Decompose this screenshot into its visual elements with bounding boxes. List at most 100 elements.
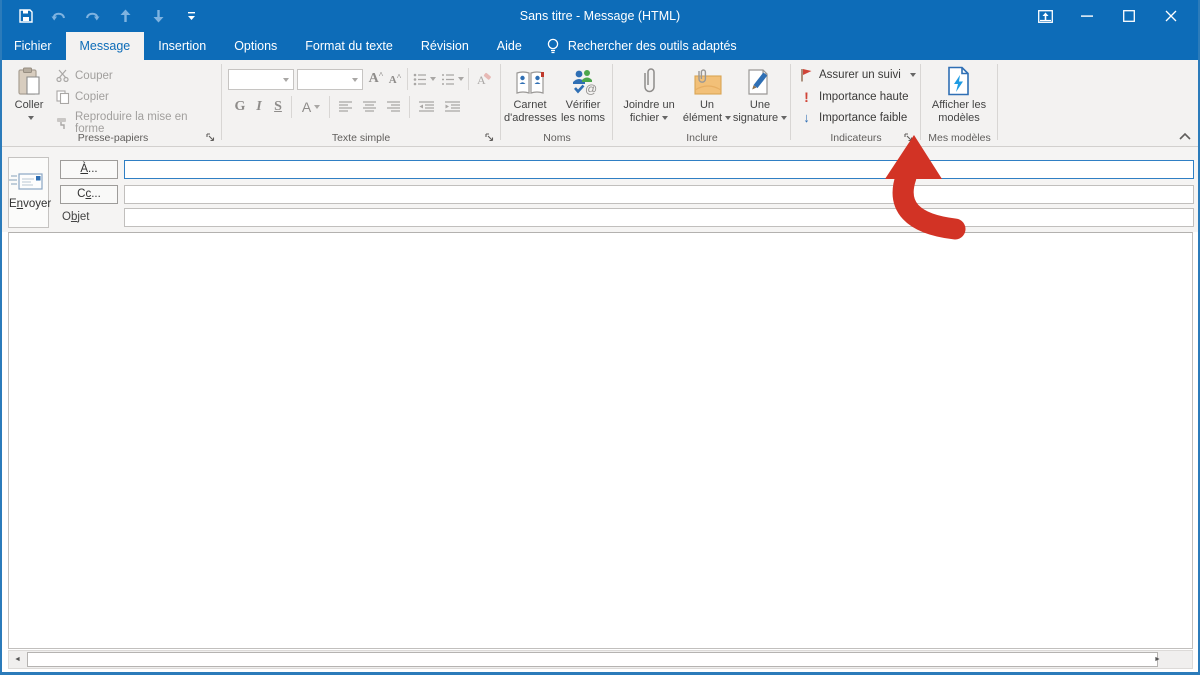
attach-file-button[interactable]: Joindre un fichier [618,64,680,125]
paperclip-icon [618,64,680,96]
shrink-font-button[interactable]: A˄ [387,71,403,89]
send-button[interactable]: Envoyer [8,157,49,228]
basic-text-dialog-launcher-icon[interactable] [484,132,495,143]
align-center-button[interactable] [359,98,381,116]
next-item-icon[interactable] [146,4,170,28]
group-clipboard: Coller Couper Copier Reproduire la mis [6,60,220,147]
tab-message[interactable]: Message [66,32,145,60]
italic-glyph: I [256,99,261,115]
font-name-value [229,74,232,86]
align-right-button[interactable] [383,98,405,116]
separator [468,68,469,90]
scissors-icon [56,69,70,82]
font-size-caret-icon[interactable] [348,70,362,89]
cut-button[interactable]: Couper [56,69,113,82]
check-names-button[interactable]: @ Vérifier les noms [558,64,608,125]
maximize-button[interactable] [1108,0,1150,32]
decrease-indent-button[interactable] [415,98,439,116]
numbering-button[interactable] [440,69,464,89]
grow-font-button[interactable]: A˄ [367,69,385,89]
to-field[interactable] [124,160,1194,179]
undo-icon[interactable] [47,4,71,28]
outlook-message-window: Sans titre - Message (HTML) Fichier Mess… [0,0,1200,675]
scroll-right-icon[interactable]: ► [1149,651,1166,668]
clipboard-dialog-launcher-icon[interactable] [205,132,216,143]
include-group-label: Inclure [614,132,790,144]
minimize-button[interactable] [1066,0,1108,32]
group-include: Joindre un fichier Un élément Une signat… [614,60,790,147]
clear-formatting-button[interactable]: A [473,69,495,89]
paste-dropdown-caret-icon [28,116,34,120]
font-size-combo[interactable] [297,69,363,90]
attach-item-label-2: élément [683,112,722,124]
message-body[interactable] [8,232,1193,649]
to-button[interactable]: À... [60,160,118,179]
address-book-button[interactable]: Carnet d'adresses [504,64,556,125]
tags-group-label: Indicateurs [792,132,920,144]
customize-quick-access-icon[interactable] [179,4,203,28]
bold-glyph: G [235,99,246,115]
group-separator [221,64,222,140]
view-templates-label-1: Afficher les [932,99,986,111]
scrollbar-thumb[interactable] [27,652,1158,667]
redo-icon[interactable] [80,4,104,28]
tab-options[interactable]: Options [220,32,291,60]
cc-button[interactable]: Cc... [60,185,118,204]
send-label: Envoyer [9,198,51,210]
check-names-label-2: les noms [561,112,605,124]
horizontal-scrollbar[interactable]: ◄ ► [8,650,1193,669]
close-button[interactable] [1150,0,1192,32]
bold-button[interactable]: G [232,98,248,116]
italic-button[interactable]: I [252,98,266,116]
tab-format-du-texte[interactable]: Format du texte [291,32,407,60]
paste-button[interactable]: Coller [8,64,50,125]
tags-dialog-launcher-icon[interactable] [903,132,914,143]
separator [409,96,410,118]
check-names-label-1: Vérifier [566,99,601,111]
separator [291,96,292,118]
underline-button[interactable]: S [270,98,286,116]
cc-field[interactable] [124,185,1194,204]
check-names-icon: @ [558,64,608,96]
follow-up-button[interactable]: Assurer un suivi [800,68,916,82]
font-color-button[interactable]: A [297,98,325,116]
attach-file-caret-icon [662,116,668,120]
attach-file-label-2: fichier [630,112,659,124]
signature-button[interactable]: Une signature [732,64,788,125]
align-left-button[interactable] [335,98,357,116]
scroll-left-icon[interactable]: ◄ [9,651,26,668]
font-name-combo[interactable] [228,69,294,90]
svg-text:@: @ [585,82,597,96]
signature-label-1: Une [750,99,770,111]
tab-insertion[interactable]: Insertion [144,32,220,60]
ribbon-display-options-icon[interactable] [1024,0,1066,32]
bullets-caret-icon [430,77,436,81]
attach-item-label-1: Un [700,99,714,111]
bullets-button[interactable] [412,69,436,89]
collapse-ribbon-button[interactable] [1178,132,1192,141]
format-painter-icon [56,116,70,130]
view-templates-button[interactable]: Afficher les modèles [925,64,993,125]
previous-item-icon[interactable] [113,4,137,28]
tab-revision[interactable]: Révision [407,32,483,60]
increase-indent-button[interactable] [441,98,465,116]
title-bar: Sans titre - Message (HTML) [0,0,1200,32]
group-tags: Assurer un suivi ! Importance haute ↓ Im… [792,60,920,147]
save-icon[interactable] [14,4,38,28]
subject-field[interactable] [124,208,1194,227]
font-name-caret-icon[interactable] [279,70,293,89]
my-templates-group-label: Mes modèles [922,132,997,144]
tell-me-search[interactable]: Rechercher des outils adaptés [536,32,747,60]
tab-aide[interactable]: Aide [483,32,536,60]
numbering-caret-icon [458,77,464,81]
attach-item-button[interactable]: Un élément [682,64,732,125]
clipboard-group-label: Presse-papiers [6,132,220,144]
font-color-caret-icon [314,105,320,109]
ribbon: Coller Couper Copier Reproduire la mis [0,60,1200,147]
paste-label: Coller [15,99,44,111]
low-importance-button[interactable]: ↓ Importance faible [800,110,907,125]
tab-fichier[interactable]: Fichier [0,32,66,60]
copy-button[interactable]: Copier [56,90,109,104]
high-importance-button[interactable]: ! Importance haute [800,89,909,105]
follow-up-caret-icon [910,73,916,77]
